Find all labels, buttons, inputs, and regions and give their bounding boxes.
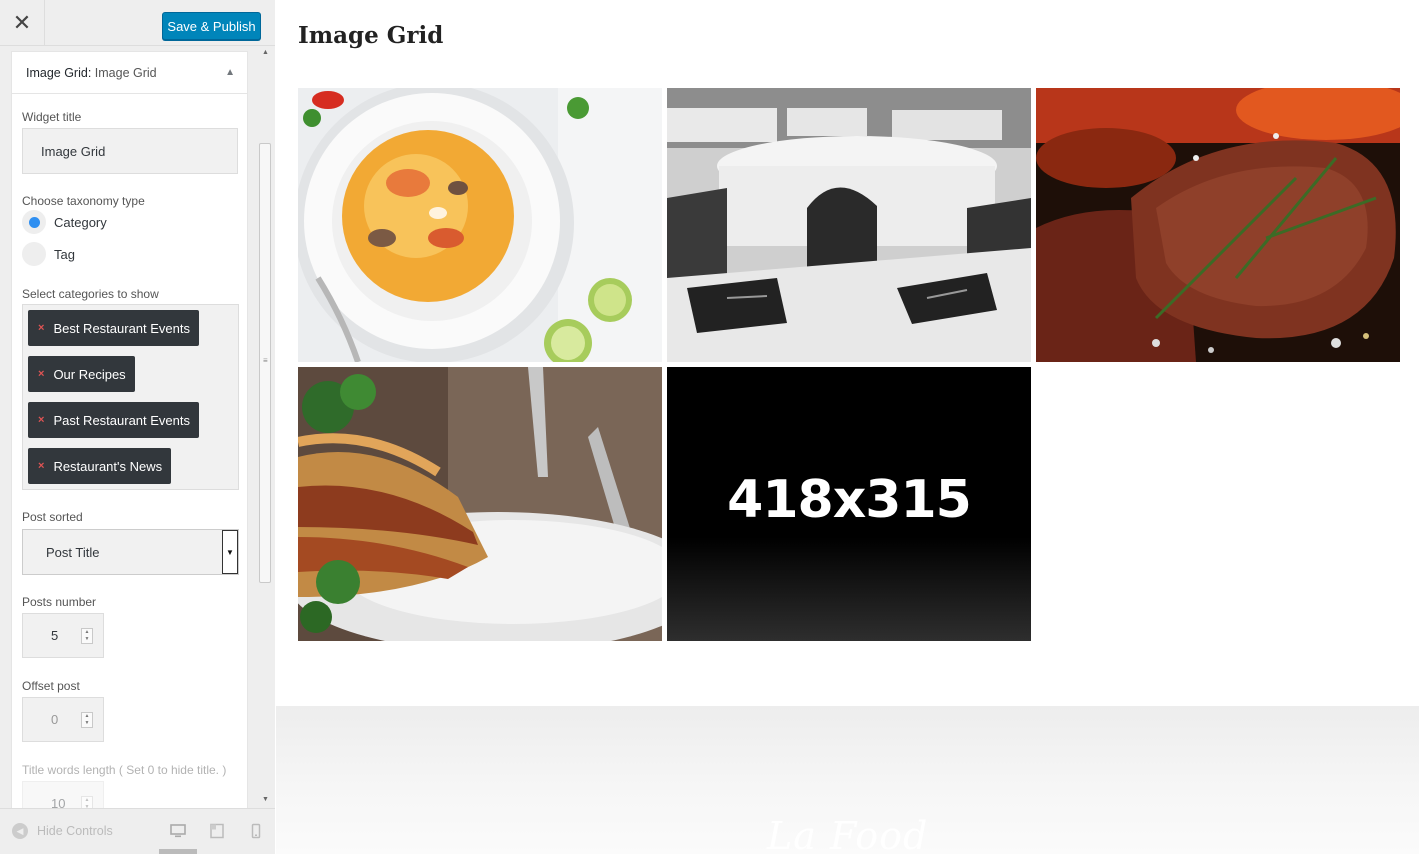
hide-controls-label: Hide Controls [37,824,113,838]
radio-category-label: Category [54,214,107,230]
category-chip-label: Past Restaurant Events [53,412,191,428]
grip-icon: ≡ [263,356,268,365]
remove-icon[interactable]: × [38,460,44,472]
widget-panel: Image Grid: Image Grid ▲ Widget title Im… [11,51,248,808]
spinner-arrows-icon[interactable]: ▲ ▼ [81,712,93,728]
post-sorted-select[interactable]: Post Title ▼ [22,529,239,575]
site-preview: Image Grid 418x315 La Food [276,0,1419,854]
category-chip[interactable]: × Best Restaurant Events [28,310,200,346]
category-chip-label: Restaurant's News [53,458,163,474]
title-words-label: Title words length ( Set 0 to hide title… [22,763,227,777]
remove-icon[interactable]: × [38,414,44,426]
lasagna-plate-image[interactable] [298,367,662,641]
title-words-value: 10 [51,796,66,808]
restaurant-tables-image[interactable] [667,88,1031,362]
site-logo[interactable]: La Food [767,814,928,854]
spinner-arrows-icon[interactable]: ▲ ▼ [81,796,93,808]
radio-unselected-icon [22,242,46,266]
posts-number-input[interactable]: 5 ▲ ▼ [22,613,104,658]
close-icon: ✕ [12,10,32,35]
radio-tag-label: Tag [54,246,75,262]
radio-tag[interactable]: Tag [22,242,75,266]
category-chip-label: Our Recipes [53,366,126,382]
hide-controls-button[interactable]: ◀ Hide Controls [12,823,113,839]
posts-number-label: Posts number [22,595,97,609]
remove-icon[interactable]: × [38,322,44,334]
widget-header[interactable]: Image Grid: Image Grid ▲ [12,52,247,94]
active-device-indicator [159,849,197,854]
widget-type-label: Image Grid: [26,65,92,80]
placeholder-text: 418x315 [727,470,972,530]
collapse-arrow-icon[interactable]: ▲ [225,67,235,78]
sidebar-footer: ◀ Hide Controls [0,808,275,854]
radio-selected-icon [22,210,46,234]
offset-post-label: Offset post [22,679,80,693]
category-chip[interactable]: × Past Restaurant Events [28,402,200,438]
post-sorted-value: Post Title [46,544,100,560]
customizer-sidebar: ✕ Save & Publish Image Grid: Image Grid … [0,0,275,854]
sidebar-scrollbar[interactable]: ▲ ≡ ▼ [258,46,275,808]
close-button[interactable]: ✕ [0,0,45,46]
chevron-down-icon[interactable]: ▼ [222,530,238,574]
tablet-icon[interactable] [209,823,225,839]
radio-category[interactable]: Category [22,210,107,234]
title-words-input[interactable]: 10 ▲ ▼ [22,781,104,808]
offset-post-value: 0 [51,712,59,727]
sidebar-header: ✕ Save & Publish [0,0,275,46]
scroll-down-icon[interactable]: ▼ [262,796,269,803]
remove-icon[interactable]: × [38,368,44,380]
scrollbar-thumb[interactable]: ≡ [259,143,271,583]
taxonomy-label: Choose taxonomy type [22,194,145,208]
widget-title-input[interactable]: Image Grid [22,128,238,174]
category-chip[interactable]: × Restaurant's News [28,448,172,484]
categories-label: Select categories to show [22,287,159,301]
collapse-left-icon: ◀ [12,823,28,839]
save-publish-button[interactable]: Save & Publish [162,12,261,40]
widget-heading: Image Grid [298,22,444,49]
site-footer: La Food [276,706,1419,854]
widget-title-label: Widget title [22,110,82,124]
desktop-icon[interactable] [170,823,186,839]
sidebar-scroll-area: Image Grid: Image Grid ▲ Widget title Im… [0,46,275,808]
categories-select[interactable]: × Best Restaurant Events × Our Recipes ×… [22,304,239,490]
soup-bowl-image[interactable] [298,88,662,362]
mobile-icon[interactable] [248,823,264,839]
category-chip[interactable]: × Our Recipes [28,356,135,392]
post-sorted-label: Post sorted [22,510,83,524]
offset-post-input[interactable]: 0 ▲ ▼ [22,697,104,742]
category-chip-label: Best Restaurant Events [53,320,191,336]
scroll-up-icon[interactable]: ▲ [262,49,269,56]
spinner-arrows-icon[interactable]: ▲ ▼ [81,628,93,644]
grilled-steak-image[interactable] [1036,88,1400,362]
placeholder-image[interactable]: 418x315 [667,367,1031,641]
posts-number-value: 5 [51,628,59,643]
widget-name: Image Grid [94,65,157,80]
